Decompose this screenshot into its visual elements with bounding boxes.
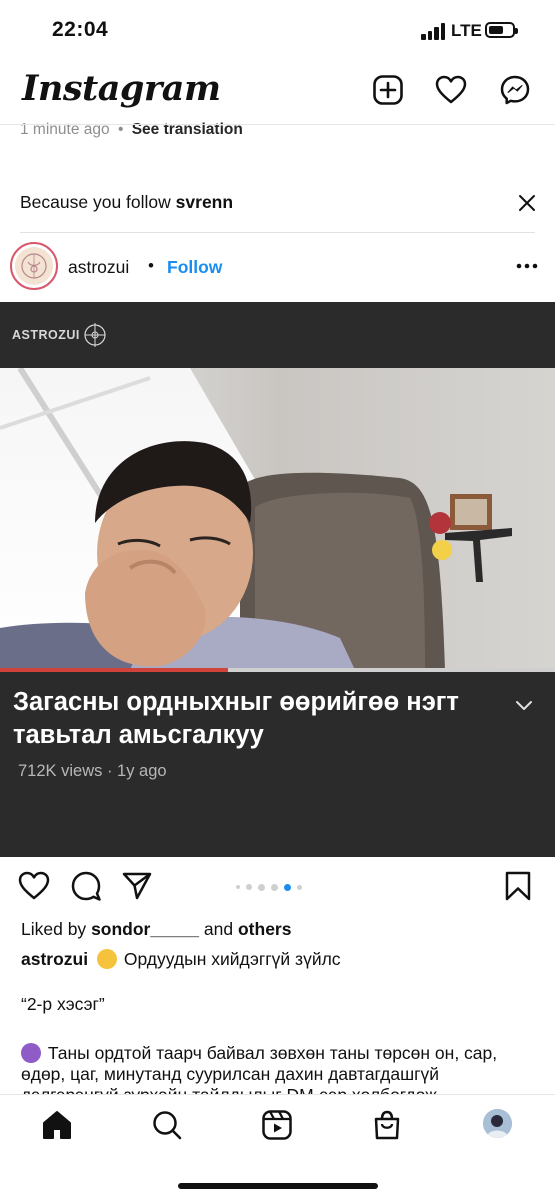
profile-avatar[interactable]	[483, 1109, 512, 1138]
carousel-indicator	[236, 883, 308, 891]
instagram-logo[interactable]: Instagram	[22, 68, 221, 109]
new-post-icon[interactable]	[372, 74, 404, 106]
post-avatar[interactable]	[10, 242, 58, 290]
chevron-down-icon[interactable]	[514, 698, 534, 712]
suggestion-prefix: Because you follow	[20, 192, 171, 212]
astro-logo-icon	[21, 253, 47, 279]
more-options-icon[interactable]	[515, 256, 539, 276]
avatar-image	[15, 247, 53, 285]
likes-user[interactable]: sondor_____	[91, 919, 199, 939]
laughing-emoji-icon	[96, 949, 117, 969]
messenger-icon[interactable]	[499, 74, 531, 106]
battery-icon	[485, 22, 518, 38]
suggestion-account[interactable]: svrenn	[176, 192, 233, 212]
video-thumbnail[interactable]	[0, 368, 555, 670]
carousel-dot	[258, 883, 265, 891]
network-type: LTE	[451, 21, 482, 40]
caption-line-2: өдөр, цаг, минутанд суурилсан дахин давт…	[21, 1064, 440, 1084]
caption-username[interactable]: astrozui	[21, 949, 88, 969]
crystal-ball-emoji-icon	[21, 1043, 41, 1063]
video-meta: 712K views · 1y ago	[18, 762, 167, 780]
home-indicator	[178, 1183, 378, 1189]
likes-summary[interactable]: Liked by sondor_____ and others	[21, 919, 291, 940]
carousel-dot	[246, 884, 252, 890]
post-media[interactable]: ASTROZUI Загасны ордныхныг өөрийгөө нэгт…	[0, 302, 555, 857]
video-title: Загасны ордныхныг өөрийгөө нэгт тавьтал …	[13, 688, 459, 749]
bottom-tab-bar	[0, 1094, 555, 1200]
likes-middle: and	[203, 919, 234, 939]
search-icon[interactable]	[151, 1109, 183, 1141]
carousel-dot	[271, 883, 278, 891]
status-bar: 22:04 LTE	[0, 0, 555, 60]
close-icon[interactable]	[517, 193, 537, 213]
caption-text: Ордуудын хийдэггүй зүйлс	[123, 949, 341, 969]
caption-part: “2-р хэсэг”	[21, 994, 105, 1014]
likes-others[interactable]: others	[238, 919, 291, 939]
carousel-dot-active	[284, 883, 291, 891]
cellular-signal-icon	[421, 22, 447, 40]
share-icon[interactable]	[121, 870, 153, 902]
post-username[interactable]: astrozui	[68, 257, 129, 278]
status-time: 22:04	[52, 18, 109, 41]
header-divider	[0, 124, 555, 125]
media-brand: ASTROZUI	[12, 328, 80, 342]
follow-separator: •	[148, 256, 154, 275]
heart-icon[interactable]	[435, 74, 467, 106]
likes-prefix: Liked by	[21, 919, 87, 939]
profile-photo-icon	[483, 1109, 512, 1138]
like-icon[interactable]	[18, 870, 50, 902]
caption-line-1-text: Таны ордтой таарч байвал зөвхөн таны төр…	[47, 1043, 498, 1063]
caption-line-1: Таны ордтой таарч байвал зөвхөн таны төр…	[21, 1043, 497, 1064]
save-icon[interactable]	[502, 870, 534, 902]
suggestion-divider	[20, 232, 535, 233]
shop-icon[interactable]	[371, 1109, 403, 1141]
app-header: Instagram	[0, 60, 555, 122]
brand-logo-icon	[84, 323, 106, 347]
video-progress-fill	[0, 668, 228, 672]
caption-first-line: astrozui Ордуудын хийдэггүй зүйлс	[21, 949, 341, 970]
comment-icon[interactable]	[70, 870, 102, 902]
video-progress-bar[interactable]	[0, 668, 555, 672]
carousel-dot	[236, 885, 240, 889]
home-icon[interactable]	[41, 1109, 73, 1141]
suggestion-reason: Because you follow svrenn	[20, 192, 233, 213]
follow-button[interactable]: Follow	[167, 257, 222, 278]
carousel-dot	[297, 884, 302, 890]
reels-icon[interactable]	[261, 1109, 293, 1141]
